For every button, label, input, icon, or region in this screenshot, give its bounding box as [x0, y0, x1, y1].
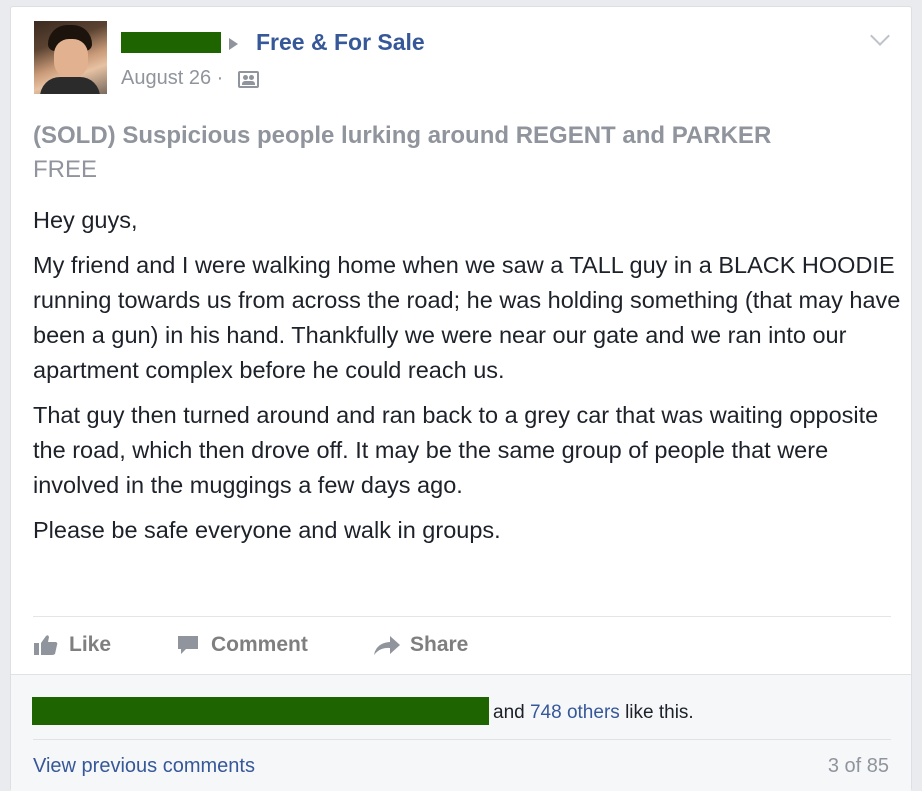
post-paragraph: Please be safe everyone and walk in grou…	[33, 517, 501, 543]
post-paragraph: Hey guys,	[33, 207, 138, 233]
post-date[interactable]: August 26 ·	[121, 67, 223, 90]
likes-suffix: like this.	[625, 702, 694, 723]
chevron-down-icon[interactable]	[870, 26, 890, 46]
author-avatar[interactable]	[34, 21, 107, 94]
post-body: Hey guys, My friend and I were walking h…	[33, 203, 903, 558]
divider	[33, 739, 891, 740]
sale-price: FREE	[33, 156, 98, 183]
share-icon	[374, 636, 400, 655]
members-icon	[238, 71, 259, 88]
group-link[interactable]: Free & For Sale	[256, 29, 425, 56]
like-label: Like	[69, 633, 112, 656]
redacted-likers	[32, 697, 489, 725]
comment-count: 3 of 85	[827, 755, 889, 777]
redacted-author-name	[121, 32, 221, 53]
comment-icon	[178, 636, 198, 654]
comment-label: Comment	[211, 633, 308, 656]
sale-title: (SOLD) Suspicious people lurking around …	[33, 122, 772, 149]
view-previous-comments-link[interactable]: View previous comments	[33, 755, 255, 778]
post-card: Free & For Sale August 26 · (SOLD) Suspi…	[10, 6, 912, 791]
caret-right-icon	[229, 38, 238, 50]
others-link[interactable]: 748 others	[530, 702, 620, 723]
likes-prefix: and	[493, 702, 525, 723]
like-icon	[34, 635, 58, 655]
post-paragraph: My friend and I were walking home when w…	[33, 252, 901, 383]
post-paragraph: That guy then turned around and ran back…	[33, 402, 879, 498]
post-footer: and 748 others like this. View previous …	[11, 674, 911, 791]
divider	[33, 616, 891, 617]
share-label: Share	[410, 633, 469, 656]
likes-summary: and 748 others like this.	[493, 702, 694, 724]
